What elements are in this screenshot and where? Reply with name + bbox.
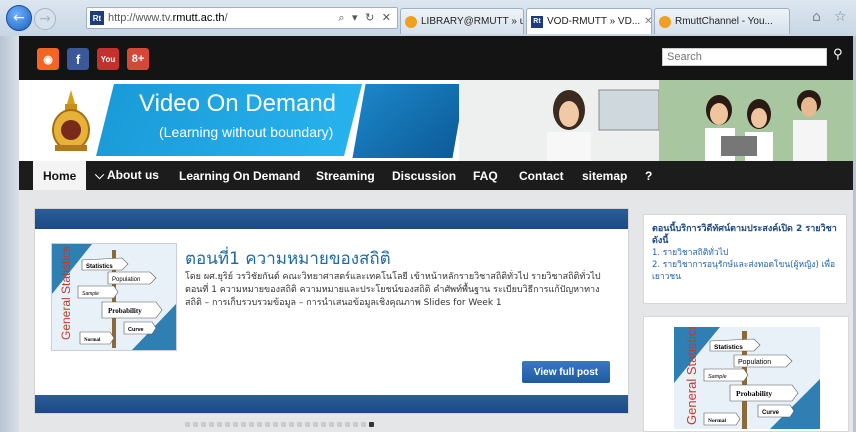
sign-population: Population: [112, 277, 140, 283]
sign-probability: Probability: [108, 307, 142, 315]
tab-library[interactable]: LIBRARY@RMUTT » u...: [400, 8, 524, 34]
tab-vod-rmutt[interactable]: Rt VOD-RMUTT » VD... ✕: [526, 8, 652, 34]
address-tools[interactable]: ⌕ ▾ ↻ ✕: [338, 11, 393, 25]
post-excerpt: โดย ผศ.ยุริย์ วรวิชัยกันต์ คณะวิทยาศาสตร…: [185, 272, 601, 308]
university-logo-icon: [52, 90, 90, 151]
search-icon[interactable]: ⚲: [833, 47, 853, 67]
view-full-post-button[interactable]: View full post: [522, 361, 610, 383]
facebook-icon[interactable]: f: [67, 48, 89, 70]
pager-dot[interactable]: [281, 422, 286, 427]
sign-probability: Probability: [736, 389, 772, 398]
close-tab-icon[interactable]: ✕: [644, 16, 651, 27]
nav-home[interactable]: Home: [33, 161, 87, 190]
pager-dot[interactable]: [273, 422, 278, 427]
tab-rmuttchannel[interactable]: RmuttChannel - You...: [654, 8, 790, 34]
post-header-bar: [35, 209, 628, 229]
rss-icon[interactable]: ◉: [37, 48, 59, 70]
youtube-icon[interactable]: You: [97, 48, 119, 70]
browser-toolbar: ← → Rt http://www.tv.rmutt.ac.th/ ⌕ ▾ ↻ …: [0, 0, 856, 37]
pager-dot[interactable]: [313, 422, 318, 427]
pager-dot[interactable]: [289, 422, 294, 427]
banner-photo: [459, 80, 853, 161]
pager-dot[interactable]: [185, 422, 190, 427]
pager-dot[interactable]: [241, 422, 246, 427]
tab-site-icon: Rt: [531, 15, 543, 28]
top-bar: ◉ f You 8+ ⚲: [19, 36, 853, 80]
favorites-star-icon[interactable]: ☆: [834, 9, 847, 25]
sign-population: Population: [738, 359, 771, 366]
pager-dot[interactable]: [249, 422, 254, 427]
banner-title: Video On Demand: [139, 90, 337, 117]
nav-about-us[interactable]: ⌵ About us: [95, 161, 159, 190]
back-button[interactable]: ←: [6, 5, 32, 31]
pager-dot[interactable]: [217, 422, 222, 427]
slider-pager: [185, 422, 374, 428]
course-link-2[interactable]: 2. รายวิชาการอนุรักษ์และส่งทอดโขน(ผู้หญิ…: [652, 259, 838, 283]
course-link-1[interactable]: 1. รายวิชาสถิติทั่วไป: [652, 247, 838, 259]
pager-dot[interactable]: [353, 422, 358, 427]
sign-sample: Sample: [82, 291, 99, 297]
google-plus-icon[interactable]: 8+: [127, 48, 149, 70]
sign-normal: Normal: [84, 338, 101, 343]
pager-dot[interactable]: [321, 422, 326, 427]
sidebar-thumbnail[interactable]: General Statistics Statistics Population…: [674, 327, 820, 429]
post-thumbnail[interactable]: General Statistics Statistics Population…: [51, 243, 177, 351]
thumb-vertical-text: General Statistics: [684, 327, 699, 425]
search-input[interactable]: [662, 48, 827, 66]
sign-normal: Normal: [708, 418, 726, 424]
tab-page-icon: [659, 15, 671, 28]
thumb-vertical-text: General Statistics: [59, 246, 73, 340]
nav-contact[interactable]: Contact: [519, 161, 564, 190]
pager-dot[interactable]: [329, 422, 334, 427]
sign-curve: Curve: [762, 410, 780, 416]
post-footer-bar: [35, 395, 628, 413]
left-edge: [0, 36, 19, 432]
pager-dot[interactable]: [297, 422, 302, 427]
site-favicon-icon: Rt: [90, 11, 104, 25]
address-url[interactable]: http://www.tv.rmutt.ac.th/: [108, 12, 338, 24]
header-banner: Video On Demand (Learning without bounda…: [19, 80, 853, 161]
sidebar-announcement: ตอนนี้บริการวิดีทัศน์ตามประสงค์เปิด 2 รา…: [643, 214, 847, 304]
pager-dot[interactable]: [209, 422, 214, 427]
banner-subtitle: (Learning without boundary): [159, 124, 334, 140]
pager-dot[interactable]: [345, 422, 350, 427]
pager-dot[interactable]: [369, 422, 374, 427]
pager-dot[interactable]: [233, 422, 238, 427]
nav-help[interactable]: ?: [645, 161, 652, 190]
forward-button[interactable]: →: [34, 8, 56, 30]
nav-learning-on-demand[interactable]: Learning On Demand: [179, 161, 300, 190]
announcement-heading: ตอนนี้บริการวิดีทัศน์ตามประสงค์เปิด 2 รา…: [652, 224, 837, 246]
post-title[interactable]: ตอนที่1 ความหมายของสถิติ: [185, 245, 391, 272]
pager-dot[interactable]: [337, 422, 342, 427]
nav-faq[interactable]: FAQ: [473, 161, 498, 190]
pager-dot[interactable]: [225, 422, 230, 427]
pager-dot[interactable]: [193, 422, 198, 427]
sidebar-course-card: General Statistics Statistics Population…: [643, 316, 849, 432]
pager-dot[interactable]: [361, 422, 366, 427]
nav-streaming[interactable]: Streaming: [316, 161, 375, 190]
sign-sample: Sample: [708, 374, 727, 380]
pager-dot[interactable]: [305, 422, 310, 427]
pager-dot[interactable]: [257, 422, 262, 427]
nav-discussion[interactable]: Discussion: [392, 161, 456, 190]
tab-page-icon: [405, 15, 417, 28]
nav-sitemap[interactable]: sitemap: [582, 161, 627, 190]
address-bar[interactable]: Rt http://www.tv.rmutt.ac.th/ ⌕ ▾ ↻ ✕: [86, 7, 398, 29]
sign-statistics: Statistics: [86, 264, 113, 270]
website: ◉ f You 8+ ⚲ Video On Demand (Learning w…: [19, 36, 853, 432]
featured-post: General Statistics Statistics Population…: [34, 208, 629, 414]
sign-curve: Curve: [128, 327, 144, 333]
pager-dot[interactable]: [265, 422, 270, 427]
main-navigation: Home ⌵ About us Learning On Demand Strea…: [19, 161, 853, 190]
sign-statistics: Statistics: [714, 344, 743, 351]
pager-dot[interactable]: [201, 422, 206, 427]
film-graphic: [352, 84, 466, 158]
home-icon[interactable]: ⌂: [812, 9, 821, 25]
